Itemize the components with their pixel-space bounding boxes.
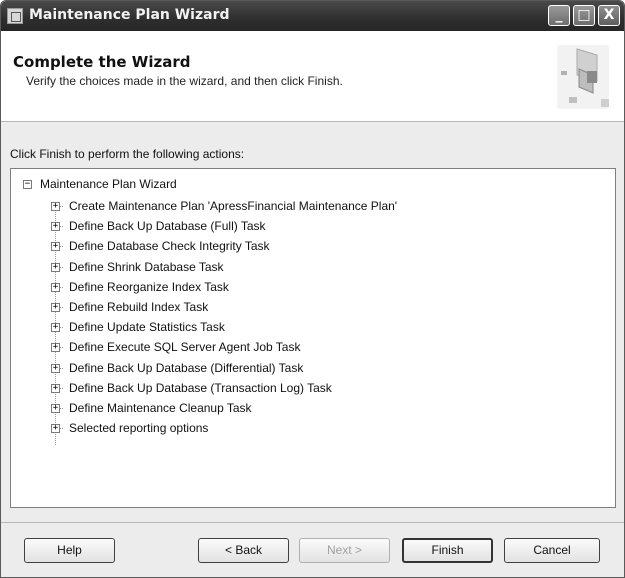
expand-icon[interactable]: + (51, 202, 60, 211)
collapse-icon[interactable]: − (23, 180, 32, 189)
expand-icon[interactable]: + (51, 282, 60, 292)
tree-item-label: Define Back Up Database (Transaction Log… (69, 380, 332, 395)
minimize-button[interactable]: _ (548, 5, 570, 26)
next-button[interactable]: Next > (299, 538, 390, 563)
title-bar[interactable]: Maintenance Plan Wizard _ □ X (1, 1, 624, 31)
expand-icon[interactable]: + (51, 383, 60, 393)
tree-item-label: Define Rebuild Index Task (69, 300, 209, 314)
tree-item-label: Create Maintenance Plan 'ApressFinancial… (69, 199, 398, 213)
footer-divider (1, 522, 624, 523)
wizard-header: Complete the Wizard Verify the choices m… (1, 31, 624, 122)
wizard-window: Maintenance Plan Wizard _ □ X Complete t… (0, 0, 625, 578)
finish-button[interactable]: Finish (402, 538, 493, 563)
page-subtitle: Verify the choices made in the wizard, a… (26, 74, 343, 88)
expand-icon[interactable]: + (51, 424, 60, 434)
page-title: Complete the Wizard (13, 53, 191, 71)
expand-icon[interactable]: + (51, 303, 60, 312)
close-button[interactable]: X (598, 5, 620, 26)
tree-item-label: Define Back Up Database (Differential) T… (69, 360, 304, 375)
tree-item-label: Define Back Up Database (Full) Task (69, 219, 266, 234)
expand-icon[interactable]: + (51, 323, 60, 333)
cancel-button[interactable]: Cancel (504, 538, 600, 563)
expand-icon[interactable]: + (51, 404, 60, 413)
tree-item-label: Define Update Statistics Task (69, 320, 225, 335)
expand-icon[interactable]: + (51, 343, 60, 353)
back-button[interactable]: < Back (198, 538, 289, 563)
tree-item-label: Define Database Check Integrity Task (69, 239, 270, 254)
tree-item-label: Define Shrink Database Task (69, 259, 224, 274)
wizard-graphic-icon (557, 45, 609, 109)
tree-root-label: Maintenance Plan Wizard (40, 177, 177, 191)
expand-icon[interactable]: + (51, 222, 60, 232)
instruction-text: Click Finish to perform the following ac… (10, 147, 245, 161)
actions-tree[interactable]: − Maintenance Plan Wizard + Create Mainte… (10, 168, 616, 508)
expand-icon[interactable]: + (51, 242, 60, 252)
tree-item-label: Selected reporting options (69, 421, 209, 436)
app-icon (7, 8, 23, 24)
help-button[interactable]: Help (24, 538, 115, 563)
tree-item-label: Define Reorganize Index Task (69, 279, 229, 294)
expand-icon[interactable]: + (51, 363, 60, 373)
maximize-button[interactable]: □ (573, 5, 595, 26)
tree-item-label: Define Execute SQL Server Agent Job Task (69, 340, 301, 355)
window-title: Maintenance Plan Wizard (29, 7, 230, 23)
expand-icon[interactable]: + (51, 262, 60, 272)
tree-item-label: Define Maintenance Cleanup Task (69, 401, 252, 415)
